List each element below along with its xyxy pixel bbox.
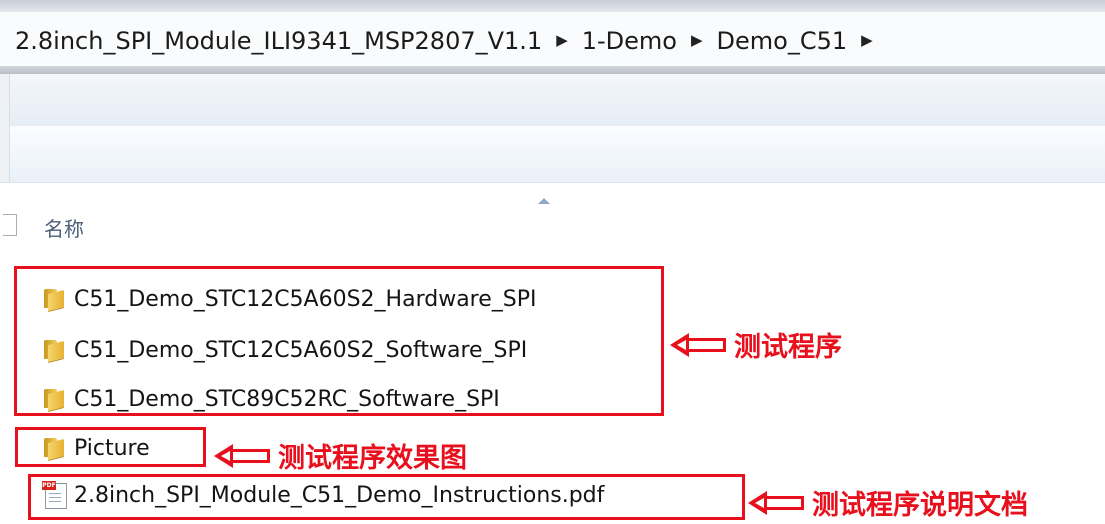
annotation-picture: 测试程序效果图 bbox=[214, 436, 467, 475]
annotation-label: 测试程序效果图 bbox=[278, 443, 467, 474]
address-bar[interactable]: 2.8inch_SPI_Module_ILI9341_MSP2807_V1.1 … bbox=[0, 12, 1105, 71]
column-header-name[interactable]: 名称 bbox=[44, 213, 84, 242]
breadcrumb-demo-c51-folder[interactable]: Demo_C51 bbox=[717, 27, 848, 55]
annotation-instructions: 测试程序说明文档 bbox=[748, 483, 1028, 522]
breadcrumb-module-folder[interactable]: 2.8inch_SPI_Module_ILI9341_MSP2807_V1.1 bbox=[15, 27, 542, 55]
breadcrumb-separator-icon[interactable]: ▶ bbox=[691, 31, 703, 49]
sort-ascending-icon bbox=[538, 198, 550, 204]
left-arrow-icon bbox=[214, 443, 272, 469]
annotation-test-programs: 测试程序 bbox=[670, 325, 842, 364]
annotation-box-instructions bbox=[28, 474, 745, 520]
select-all-checkbox[interactable] bbox=[3, 214, 17, 236]
column-header: 名称 bbox=[0, 196, 1105, 256]
toolbar-secondary bbox=[0, 126, 1105, 183]
annotation-box-test-programs bbox=[14, 266, 664, 416]
annotation-box-picture bbox=[15, 427, 206, 467]
annotation-label: 测试程序 bbox=[734, 332, 842, 363]
breadcrumb-separator-icon[interactable]: ▶ bbox=[556, 31, 568, 49]
annotation-label: 测试程序说明文档 bbox=[812, 490, 1028, 521]
left-arrow-icon bbox=[748, 490, 806, 516]
window-frame bbox=[0, 0, 1105, 12]
toolbar bbox=[0, 74, 1105, 126]
address-bar-border bbox=[0, 66, 1105, 74]
navigation-pane-edge[interactable] bbox=[0, 74, 10, 182]
left-arrow-icon bbox=[670, 332, 728, 358]
breadcrumb-separator-icon[interactable]: ▶ bbox=[861, 31, 873, 49]
breadcrumb-demo-folder[interactable]: 1-Demo bbox=[582, 27, 677, 55]
